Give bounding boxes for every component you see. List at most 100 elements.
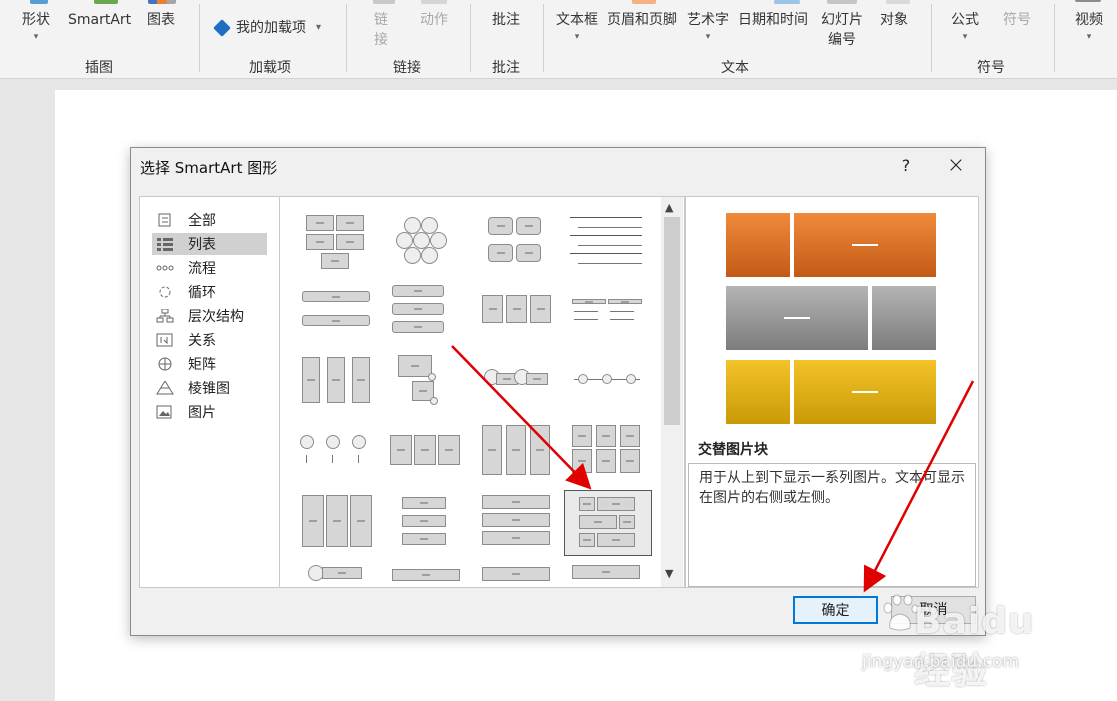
layout-shape — [579, 515, 617, 529]
header-footer-button[interactable]: 页眉和页脚 — [607, 10, 677, 30]
shape-button[interactable]: 形状 ▾ — [22, 10, 50, 42]
layout-thumbnail[interactable] — [478, 563, 558, 587]
slide-number-button[interactable]: 幻灯片编号 — [820, 10, 864, 50]
help-button[interactable]: ? — [891, 154, 921, 178]
layout-shape — [327, 357, 345, 403]
layout-thumbnail[interactable] — [298, 493, 378, 573]
datetime-button[interactable]: 日期和时间 — [738, 10, 808, 30]
group-label-comments: 批注 — [492, 60, 520, 76]
layout-thumbnail[interactable] — [388, 207, 468, 287]
video-button[interactable]: 视频 ▾ — [1075, 10, 1103, 42]
category-pyramid[interactable]: 棱锥图 — [152, 377, 267, 399]
layout-thumbnail[interactable] — [298, 351, 378, 431]
layout-thumbnail[interactable] — [478, 207, 558, 287]
slide-number-icon — [827, 0, 857, 4]
layout-shape — [488, 217, 513, 235]
chevron-down-icon: ▾ — [316, 22, 322, 33]
layout-thumbnail[interactable] — [568, 281, 648, 361]
layout-gallery: ▲ ▼ — [279, 196, 685, 588]
layout-thumbnail[interactable] — [388, 281, 468, 361]
comment-button[interactable]: 批注 — [492, 10, 520, 30]
layout-shape — [421, 247, 438, 264]
layout-thumbnail[interactable] — [568, 563, 648, 587]
layout-shape — [596, 425, 616, 447]
pyramid-icon — [156, 380, 174, 395]
chart-button[interactable]: 图表 — [147, 10, 175, 30]
symbol-button[interactable]: 符号 — [1003, 10, 1031, 30]
layout-line — [578, 245, 642, 246]
layout-shape — [530, 295, 551, 323]
all-icon — [156, 213, 174, 227]
baidu-paw-logo — [883, 594, 918, 631]
group-links: 链接 动作 链接 — [347, 0, 470, 79]
layout-shape — [302, 495, 324, 547]
layout-shape — [302, 357, 320, 403]
layout-thumbnail[interactable] — [388, 351, 468, 431]
layout-thumbnail[interactable] — [478, 281, 558, 361]
layout-shape — [482, 567, 550, 581]
equation-button[interactable]: 公式 ▾ — [951, 10, 979, 42]
category-label: 棱锥图 — [188, 381, 230, 397]
layout-thumbnail[interactable] — [388, 563, 468, 587]
layout-line — [332, 455, 333, 463]
my-addins-button[interactable]: 我的加载项 ▾ — [213, 18, 322, 38]
scroll-thumb[interactable] — [664, 217, 680, 425]
layout-shape — [506, 295, 527, 323]
group-illustrations: 形状 ▾ SmartArt 图表 插图 — [0, 0, 200, 79]
object-button[interactable]: 对象 — [880, 10, 908, 30]
category-matrix[interactable]: 矩阵 — [152, 353, 267, 375]
category-relationship[interactable]: 关系 — [152, 329, 267, 351]
ribbon: 形状 ▾ SmartArt 图表 插图 我的加载项 ▾ 加载项 链接 动作 链接 … — [0, 0, 1117, 79]
link-button[interactable]: 链接 — [373, 10, 389, 50]
shape-icon — [30, 0, 48, 4]
category-picture[interactable]: 图片 — [152, 401, 267, 423]
layout-thumbnail-alternating-picture-blocks[interactable] — [563, 489, 653, 557]
close-button[interactable]: × — [941, 154, 971, 178]
layout-shape — [597, 533, 635, 547]
layout-shape — [438, 435, 460, 465]
group-symbols: 公式 ▾ 符号 符号 — [932, 0, 1054, 79]
preview-text-block — [794, 360, 936, 424]
category-hierarchy[interactable]: 层次结构 — [152, 305, 267, 327]
category-label: 循环 — [188, 285, 216, 301]
category-cycle[interactable]: 循环 — [152, 281, 267, 303]
action-button[interactable]: 动作 — [420, 10, 448, 30]
layout-line — [306, 455, 307, 463]
preview-text-block — [794, 213, 936, 277]
layout-thumbnail[interactable] — [388, 493, 468, 573]
layout-shape — [530, 425, 550, 475]
layout-thumbnail[interactable] — [298, 281, 378, 361]
layout-shape — [597, 497, 635, 511]
wordart-button[interactable]: 艺术字 ▾ — [687, 10, 729, 42]
layout-thumbnail[interactable] — [478, 351, 558, 431]
layout-shape — [482, 495, 550, 509]
layout-thumbnail[interactable] — [478, 493, 558, 573]
category-process[interactable]: 流程 — [152, 257, 267, 279]
smartart-button[interactable]: SmartArt — [68, 10, 131, 30]
preview-picture-block — [726, 213, 790, 277]
textbox-button[interactable]: 文本框 ▾ — [556, 10, 598, 42]
layout-thumbnail[interactable] — [298, 563, 378, 587]
category-all[interactable]: 全部 — [152, 209, 267, 231]
layout-thumbnail[interactable] — [568, 207, 648, 287]
layout-shape — [488, 244, 513, 262]
layout-thumbnail[interactable] — [478, 423, 558, 503]
category-list: 全部 列表 流程 循环 层次结构 关系 矩阵 棱锥图 图片 — [139, 196, 280, 588]
layout-thumbnail[interactable] — [388, 423, 468, 503]
gallery-scrollbar[interactable]: ▲ ▼ — [661, 197, 683, 587]
layout-thumbnail[interactable] — [298, 207, 378, 287]
layout-thumbnail[interactable] — [568, 351, 648, 431]
layout-shape — [516, 217, 541, 235]
layout-shape — [579, 533, 595, 547]
category-list-item[interactable]: 列表 — [152, 233, 267, 255]
layout-shape — [392, 285, 444, 297]
layout-shape — [352, 435, 366, 449]
layout-shape — [402, 515, 446, 527]
layout-shape — [620, 425, 640, 447]
layout-shape — [430, 397, 438, 405]
layout-thumbnail[interactable] — [298, 423, 378, 503]
scroll-down-icon[interactable]: ▼ — [665, 567, 673, 580]
scroll-up-icon[interactable]: ▲ — [665, 201, 673, 214]
layout-shape — [398, 355, 432, 377]
layout-shape — [482, 531, 550, 545]
